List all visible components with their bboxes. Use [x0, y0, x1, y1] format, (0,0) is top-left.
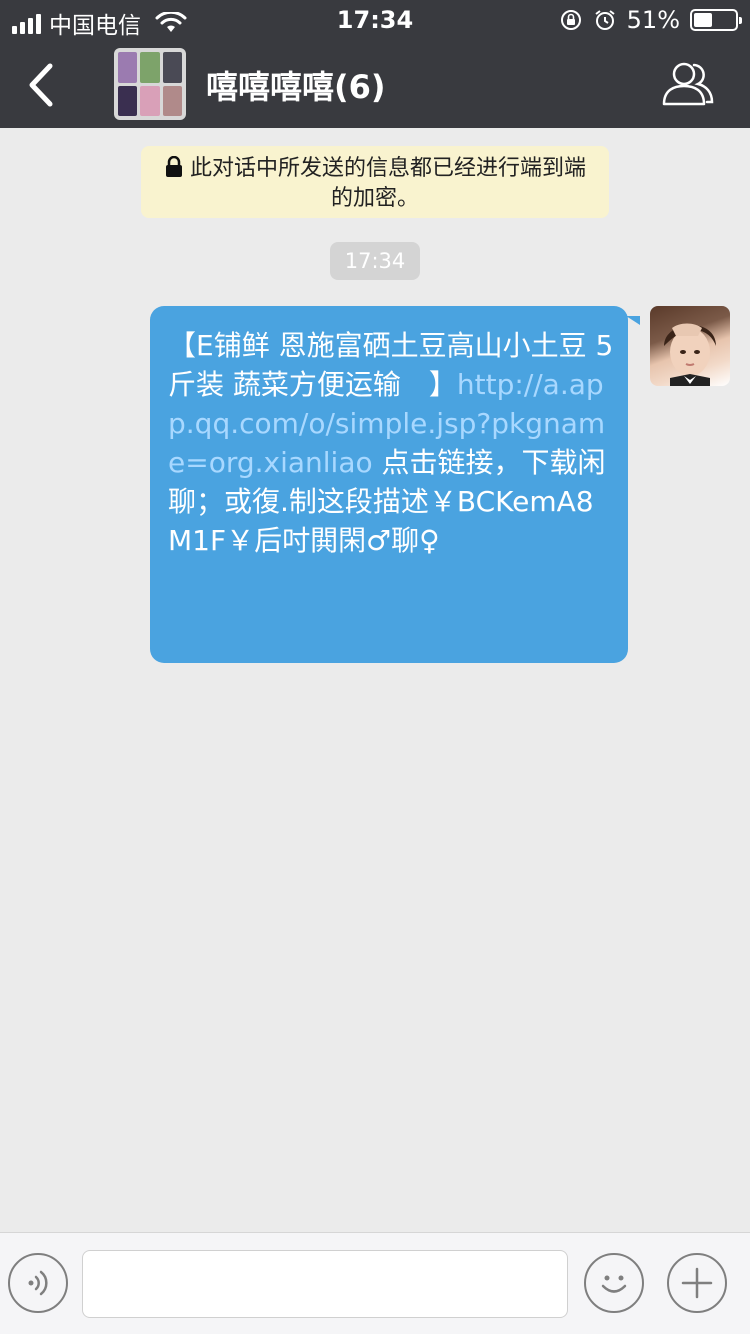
emoji-button[interactable]: [584, 1253, 644, 1313]
avatar-image: [664, 323, 716, 386]
status-bar: 中国电信 17:34 51%: [0, 0, 750, 40]
group-member-thumb: [162, 52, 182, 83]
message-input[interactable]: [82, 1250, 568, 1318]
group-member-thumb: [162, 85, 182, 116]
chat-title[interactable]: 嘻嘻嘻嘻(6): [206, 62, 386, 108]
group-member-thumb: [140, 85, 160, 116]
group-member-thumb: [118, 52, 138, 83]
plus-button[interactable]: [667, 1253, 727, 1313]
members-icon[interactable]: [660, 60, 716, 108]
lock-icon: [165, 156, 182, 177]
message-timestamp: 17:34: [330, 242, 420, 280]
group-member-thumb: [140, 52, 160, 83]
alarm-icon: [595, 10, 615, 30]
voice-button[interactable]: [8, 1253, 68, 1313]
group-avatar[interactable]: [114, 48, 186, 120]
plus-icon: [681, 1267, 713, 1299]
sender-avatar[interactable]: [650, 306, 730, 386]
message-bubble[interactable]: 【E铺鲜 恩施富硒土豆高山小土豆 5斤装 蔬菜方便运输 】http://a.ap…: [150, 306, 640, 663]
nav-bar: 嘻嘻嘻嘻(6): [0, 40, 750, 128]
battery-percent: 51%: [626, 6, 680, 34]
back-arrow-icon[interactable]: [22, 60, 62, 110]
encryption-notice-text: 此对话中所发送的信息都已经进行端到端的加密。: [189, 156, 586, 211]
orientation-lock-icon: [560, 10, 581, 30]
status-right: 51%: [559, 6, 742, 34]
battery-icon: [690, 9, 742, 31]
encryption-notice: 此对话中所发送的信息都已经进行端到端的加密。: [141, 146, 609, 218]
emoji-icon: [601, 1275, 627, 1293]
bubble-tail: [626, 316, 640, 325]
group-member-thumb: [118, 85, 138, 116]
top-bar: 中国电信 17:34 51% 嘻嘻嘻嘻(6): [0, 0, 750, 128]
input-bar: [0, 1232, 750, 1334]
voice-icon: [28, 1270, 48, 1296]
